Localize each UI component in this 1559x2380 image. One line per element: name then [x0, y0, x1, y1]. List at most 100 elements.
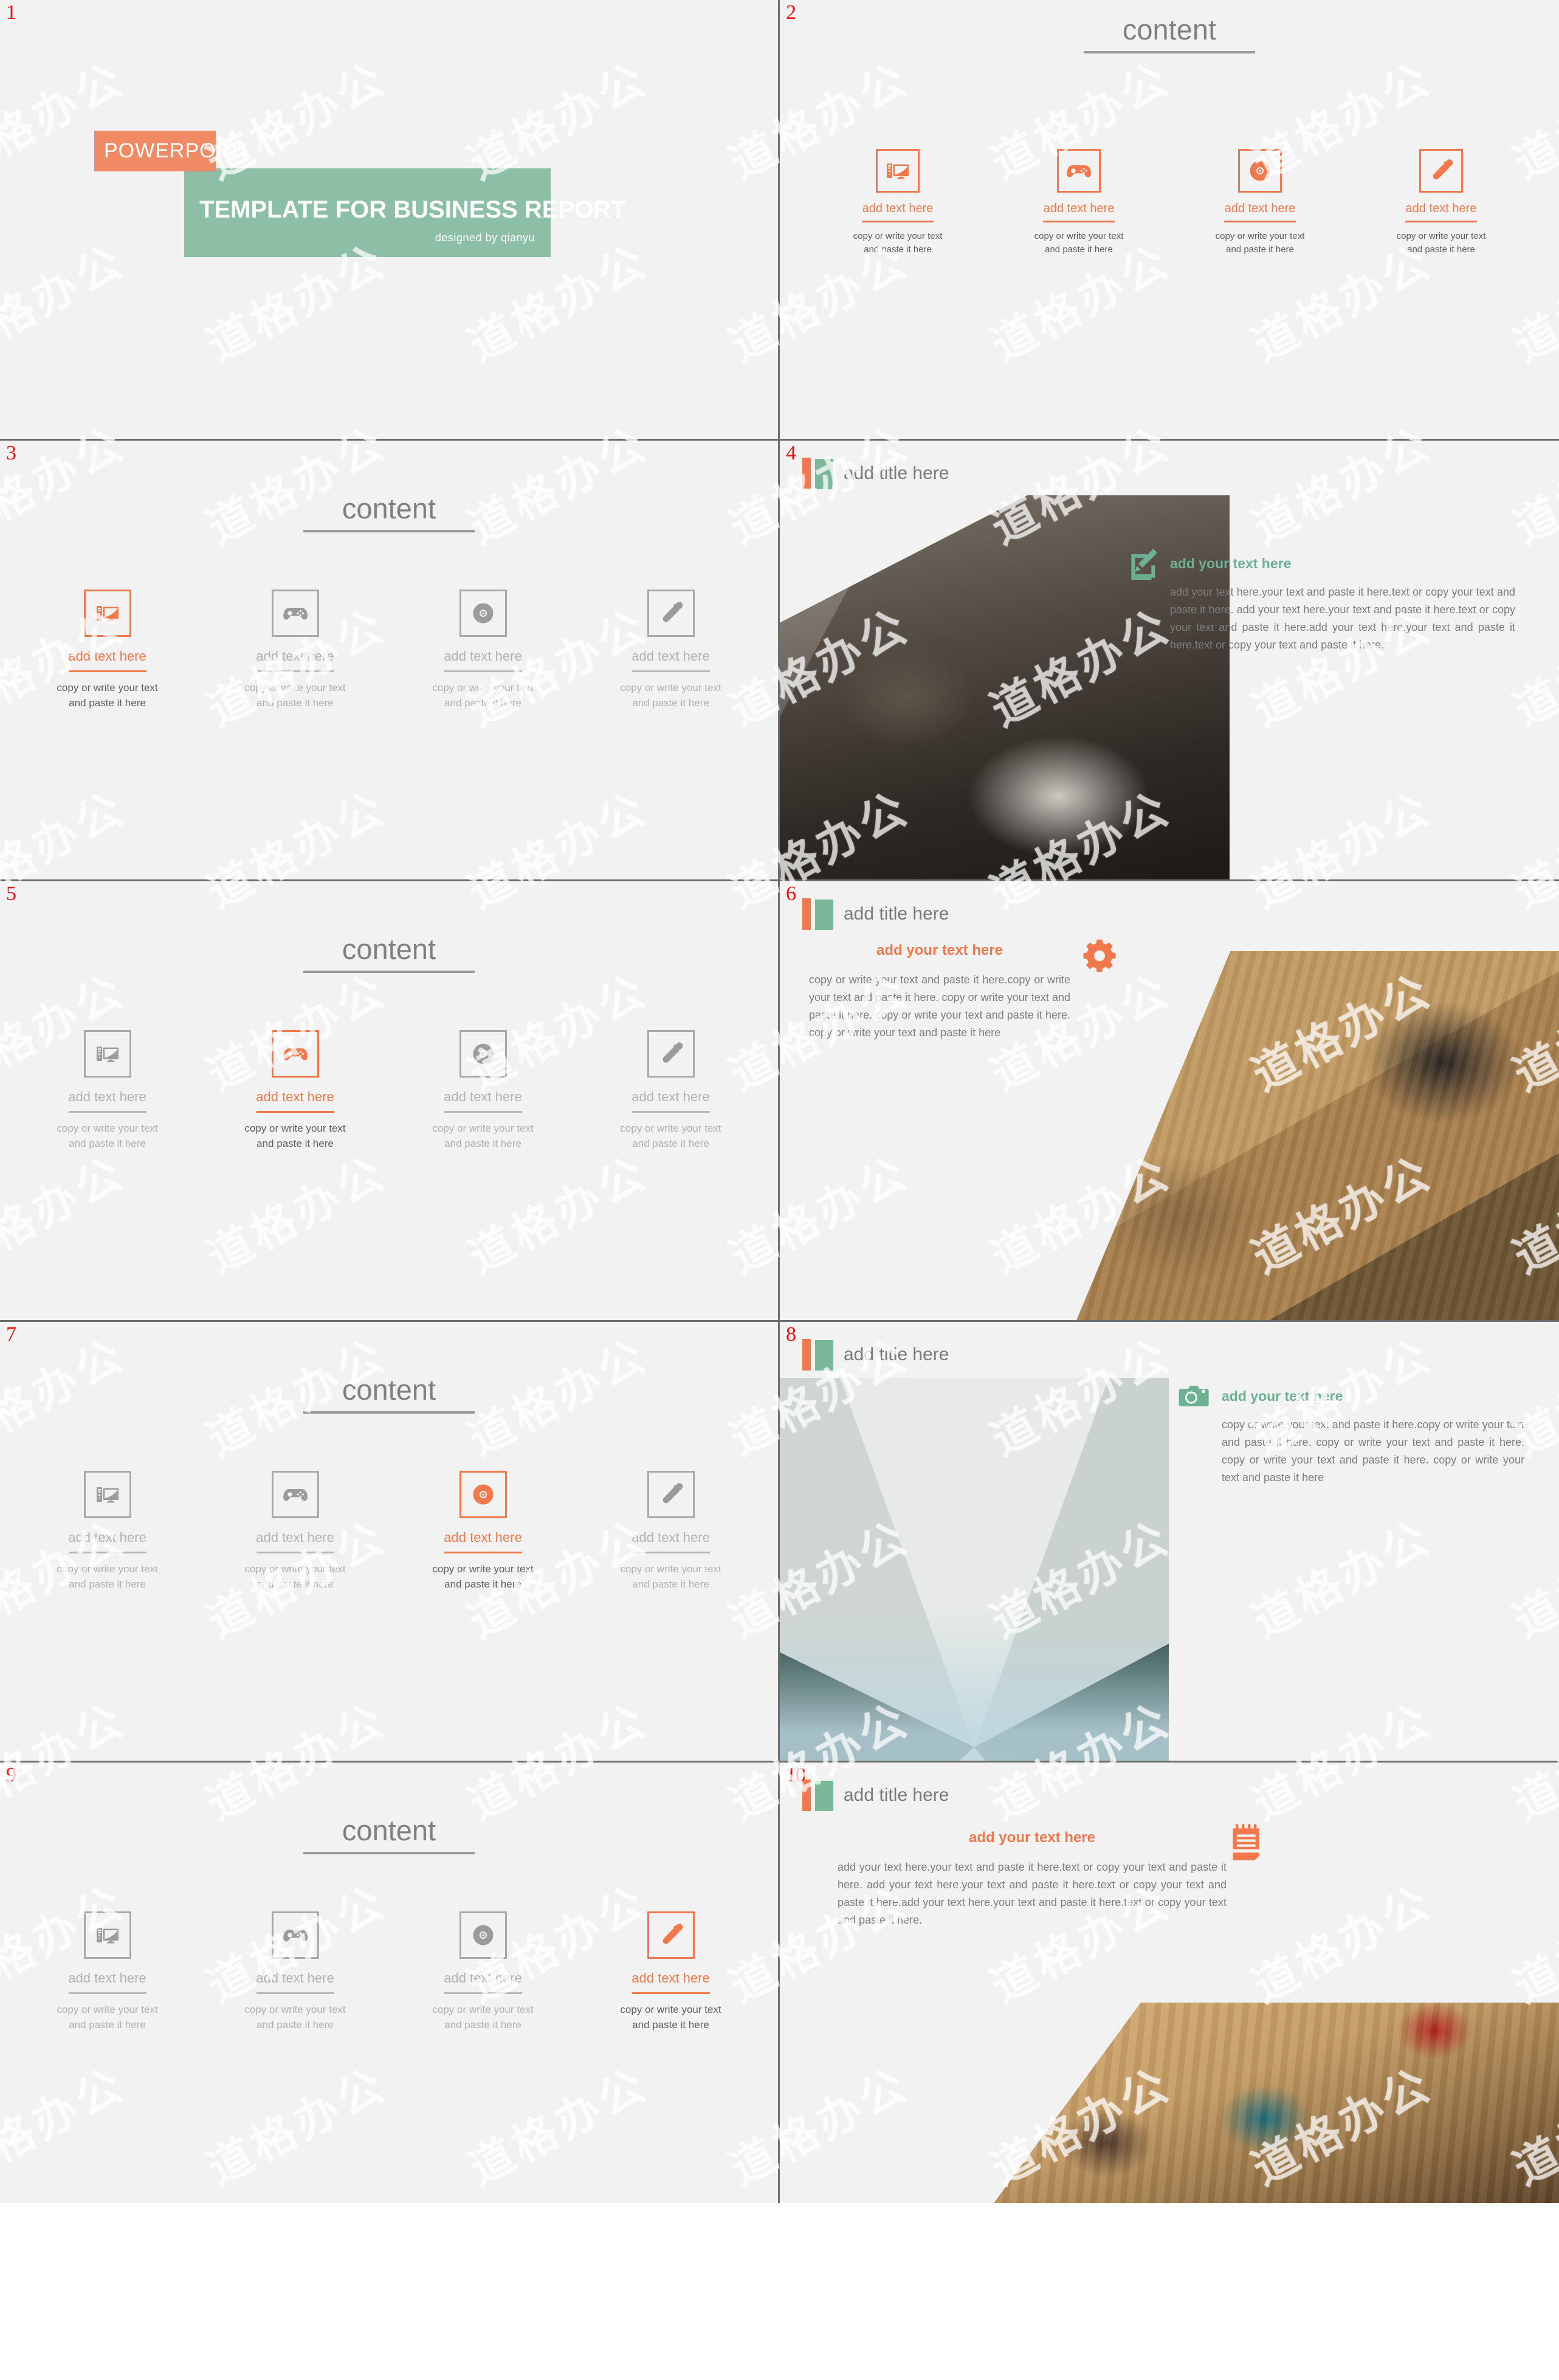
gamepad-icon-box[interactable]: [271, 1911, 319, 1959]
disc-icon-box[interactable]: [1238, 149, 1282, 193]
slide-6[interactable]: 6 add title here add your text here copy…: [780, 881, 1559, 1322]
slide-4[interactable]: 4 add title here add your text here add …: [780, 441, 1559, 881]
icon-item-underline: [1043, 221, 1115, 222]
icon-item-title: add text here: [256, 648, 334, 664]
icon-item-gamepad[interactable]: add text here copy or write your text an…: [201, 1471, 389, 1592]
text-block-8: add your text here copy or write your te…: [1178, 1380, 1524, 1487]
icon-item-body: copy or write your text and paste it her…: [432, 1563, 534, 1590]
icon-item-computer[interactable]: add text here copy or write your text an…: [13, 1911, 201, 2032]
icon-item-title: add text here: [256, 1970, 334, 1986]
icon-item-eyedropper[interactable]: add text here copy or write your text an…: [577, 1471, 765, 1592]
icon-item-body: copy or write your text and paste it her…: [1396, 231, 1486, 255]
icon-item-gamepad[interactable]: add text here copy or write your text an…: [988, 149, 1169, 256]
icon-item-title: add text here: [632, 1970, 710, 1986]
icon-item-disc[interactable]: add text here copy or write your text an…: [389, 590, 577, 710]
gamepad-icon-box[interactable]: [1057, 149, 1101, 193]
disc-icon-box[interactable]: [459, 1911, 507, 1959]
icon-item-title: add text here: [68, 648, 146, 664]
content-heading-2: content: [780, 15, 1559, 53]
watermark-text: 道格办公: [721, 2240, 918, 2378]
slide-3[interactable]: 3 content add text here copy or write yo…: [0, 441, 780, 881]
slide-title: add title here: [844, 904, 949, 924]
eyedropper-icon: [1433, 159, 1453, 180]
accent-bar-green: [815, 459, 833, 489]
icon-item-title: add text here: [632, 648, 710, 664]
computer-icon-box[interactable]: [83, 590, 131, 637]
eyedropper-icon-box[interactable]: [647, 590, 695, 637]
slide-1[interactable]: 1 POWERPOINT TEMPLATE FOR BUSINESS REPOR…: [0, 0, 780, 441]
icon-item-disc[interactable]: add text here copy or write your text an…: [389, 1030, 577, 1151]
eyedropper-icon: [662, 602, 683, 622]
camera-icon: [1178, 1380, 1211, 1412]
icon-item-gamepad[interactable]: add text here copy or write your text an…: [201, 1911, 389, 2032]
icon-item-title: add text here: [256, 1089, 334, 1104]
slide-number-4: 4: [786, 442, 796, 464]
watermark-text: 道格办公: [1505, 2240, 1559, 2378]
content-heading-text: content: [342, 1814, 436, 1846]
slide-number-6: 6: [786, 882, 796, 905]
icon-item-body: copy or write your text and paste it her…: [244, 1123, 346, 1149]
accent-bar-green: [815, 1340, 833, 1371]
icon-item-title: add text here: [632, 1089, 710, 1104]
notepad-icon: [1230, 1822, 1265, 1862]
icon-item-eyedropper[interactable]: add text here copy or write your text an…: [577, 1030, 765, 1151]
icon-item-eyedropper[interactable]: add text here copy or write your text an…: [577, 1911, 765, 2032]
icon-item-body: copy or write your text and paste it her…: [244, 2004, 346, 2031]
gamepad-icon-box[interactable]: [271, 1030, 319, 1078]
disc-icon-box[interactable]: [459, 1030, 507, 1078]
computer-icon-box[interactable]: [876, 149, 920, 193]
eyedropper-icon: [662, 1924, 683, 1944]
icon-item-disc[interactable]: add text here copy or write your text an…: [1169, 149, 1351, 256]
accent-bar-orange: [802, 898, 811, 930]
photo-image: [1076, 951, 1559, 1320]
disc-icon-box[interactable]: [459, 590, 507, 637]
eyedropper-icon-box[interactable]: [647, 1030, 695, 1078]
text-block-6: add your text here copy or write your te…: [809, 942, 1070, 1042]
edit-note-icon: [1126, 547, 1159, 582]
slide-10[interactable]: 10 add title here add your text here add…: [780, 1763, 1559, 2203]
disc-icon-box[interactable]: [459, 1471, 507, 1518]
icon-item-title: add text here: [68, 1970, 146, 1986]
icon-item-gamepad[interactable]: add text here copy or write your text an…: [201, 590, 389, 710]
computer-icon: [96, 1047, 119, 1062]
slide-number-10: 10: [786, 1764, 806, 1786]
text-block-body: copy or write your text and paste it her…: [809, 974, 1070, 1039]
eyedropper-icon-box[interactable]: [647, 1471, 695, 1518]
icon-item-computer[interactable]: add text here copy or write your text an…: [13, 1471, 201, 1592]
gamepad-icon-box[interactable]: [271, 590, 319, 637]
content-heading-text: content: [1122, 13, 1217, 46]
icon-item-disc[interactable]: add text here copy or write your text an…: [389, 1911, 577, 2032]
accent-bar-green: [815, 899, 833, 930]
disc-icon: [473, 1044, 493, 1064]
computer-icon-box[interactable]: [83, 1911, 131, 1959]
icon-item-body: copy or write your text and paste it her…: [432, 2004, 534, 2031]
icon-item-computer[interactable]: add text here copy or write your text an…: [807, 149, 988, 256]
icon-item-body: copy or write your text and paste it her…: [57, 2004, 158, 2031]
eyedropper-icon-box[interactable]: [1419, 149, 1463, 193]
icon-item-computer[interactable]: add text here copy or write your text an…: [13, 1030, 201, 1151]
icon-item-eyedropper[interactable]: add text here copy or write your text an…: [577, 590, 765, 710]
icon-row-5: add text here copy or write your text an…: [0, 1030, 778, 1151]
slide-number-5: 5: [6, 882, 16, 905]
icon-item-title: add text here: [444, 648, 522, 664]
gamepad-icon: [283, 1048, 308, 1061]
slide-8[interactable]: 8 add title here add your text here copy…: [780, 1322, 1559, 1763]
slide-9[interactable]: 9 content add text here copy or write yo…: [0, 1763, 780, 2203]
slide-2[interactable]: 2 content add text here copy or write yo…: [780, 0, 1559, 441]
icon-item-disc[interactable]: add text here copy or write your text an…: [389, 1471, 577, 1592]
icon-row-2: add text here copy or write your text an…: [780, 149, 1559, 256]
gamepad-icon-box[interactable]: [271, 1471, 319, 1518]
icon-item-title: add text here: [68, 1089, 146, 1104]
slide-5[interactable]: 5 content add text here copy or write yo…: [0, 881, 780, 1322]
eyedropper-icon-box[interactable]: [647, 1911, 695, 1959]
icon-item-computer[interactable]: add text here copy or write your text an…: [13, 590, 201, 710]
computer-icon-box[interactable]: [83, 1030, 131, 1078]
icon-item-gamepad[interactable]: add text here copy or write your text an…: [201, 1030, 389, 1151]
computer-icon-box[interactable]: [83, 1471, 131, 1518]
slide-7[interactable]: 7 content add text here copy or write yo…: [0, 1322, 780, 1763]
slide-number-3: 3: [6, 442, 16, 464]
text-block-body: add your text here.your text and paste i…: [838, 1861, 1227, 1927]
title-main-box: TEMPLATE FOR BUSINESS REPORT designed by…: [184, 168, 626, 257]
icon-item-eyedropper[interactable]: add text here copy or write your text an…: [1351, 149, 1532, 256]
icon-item-underline: [68, 670, 146, 672]
